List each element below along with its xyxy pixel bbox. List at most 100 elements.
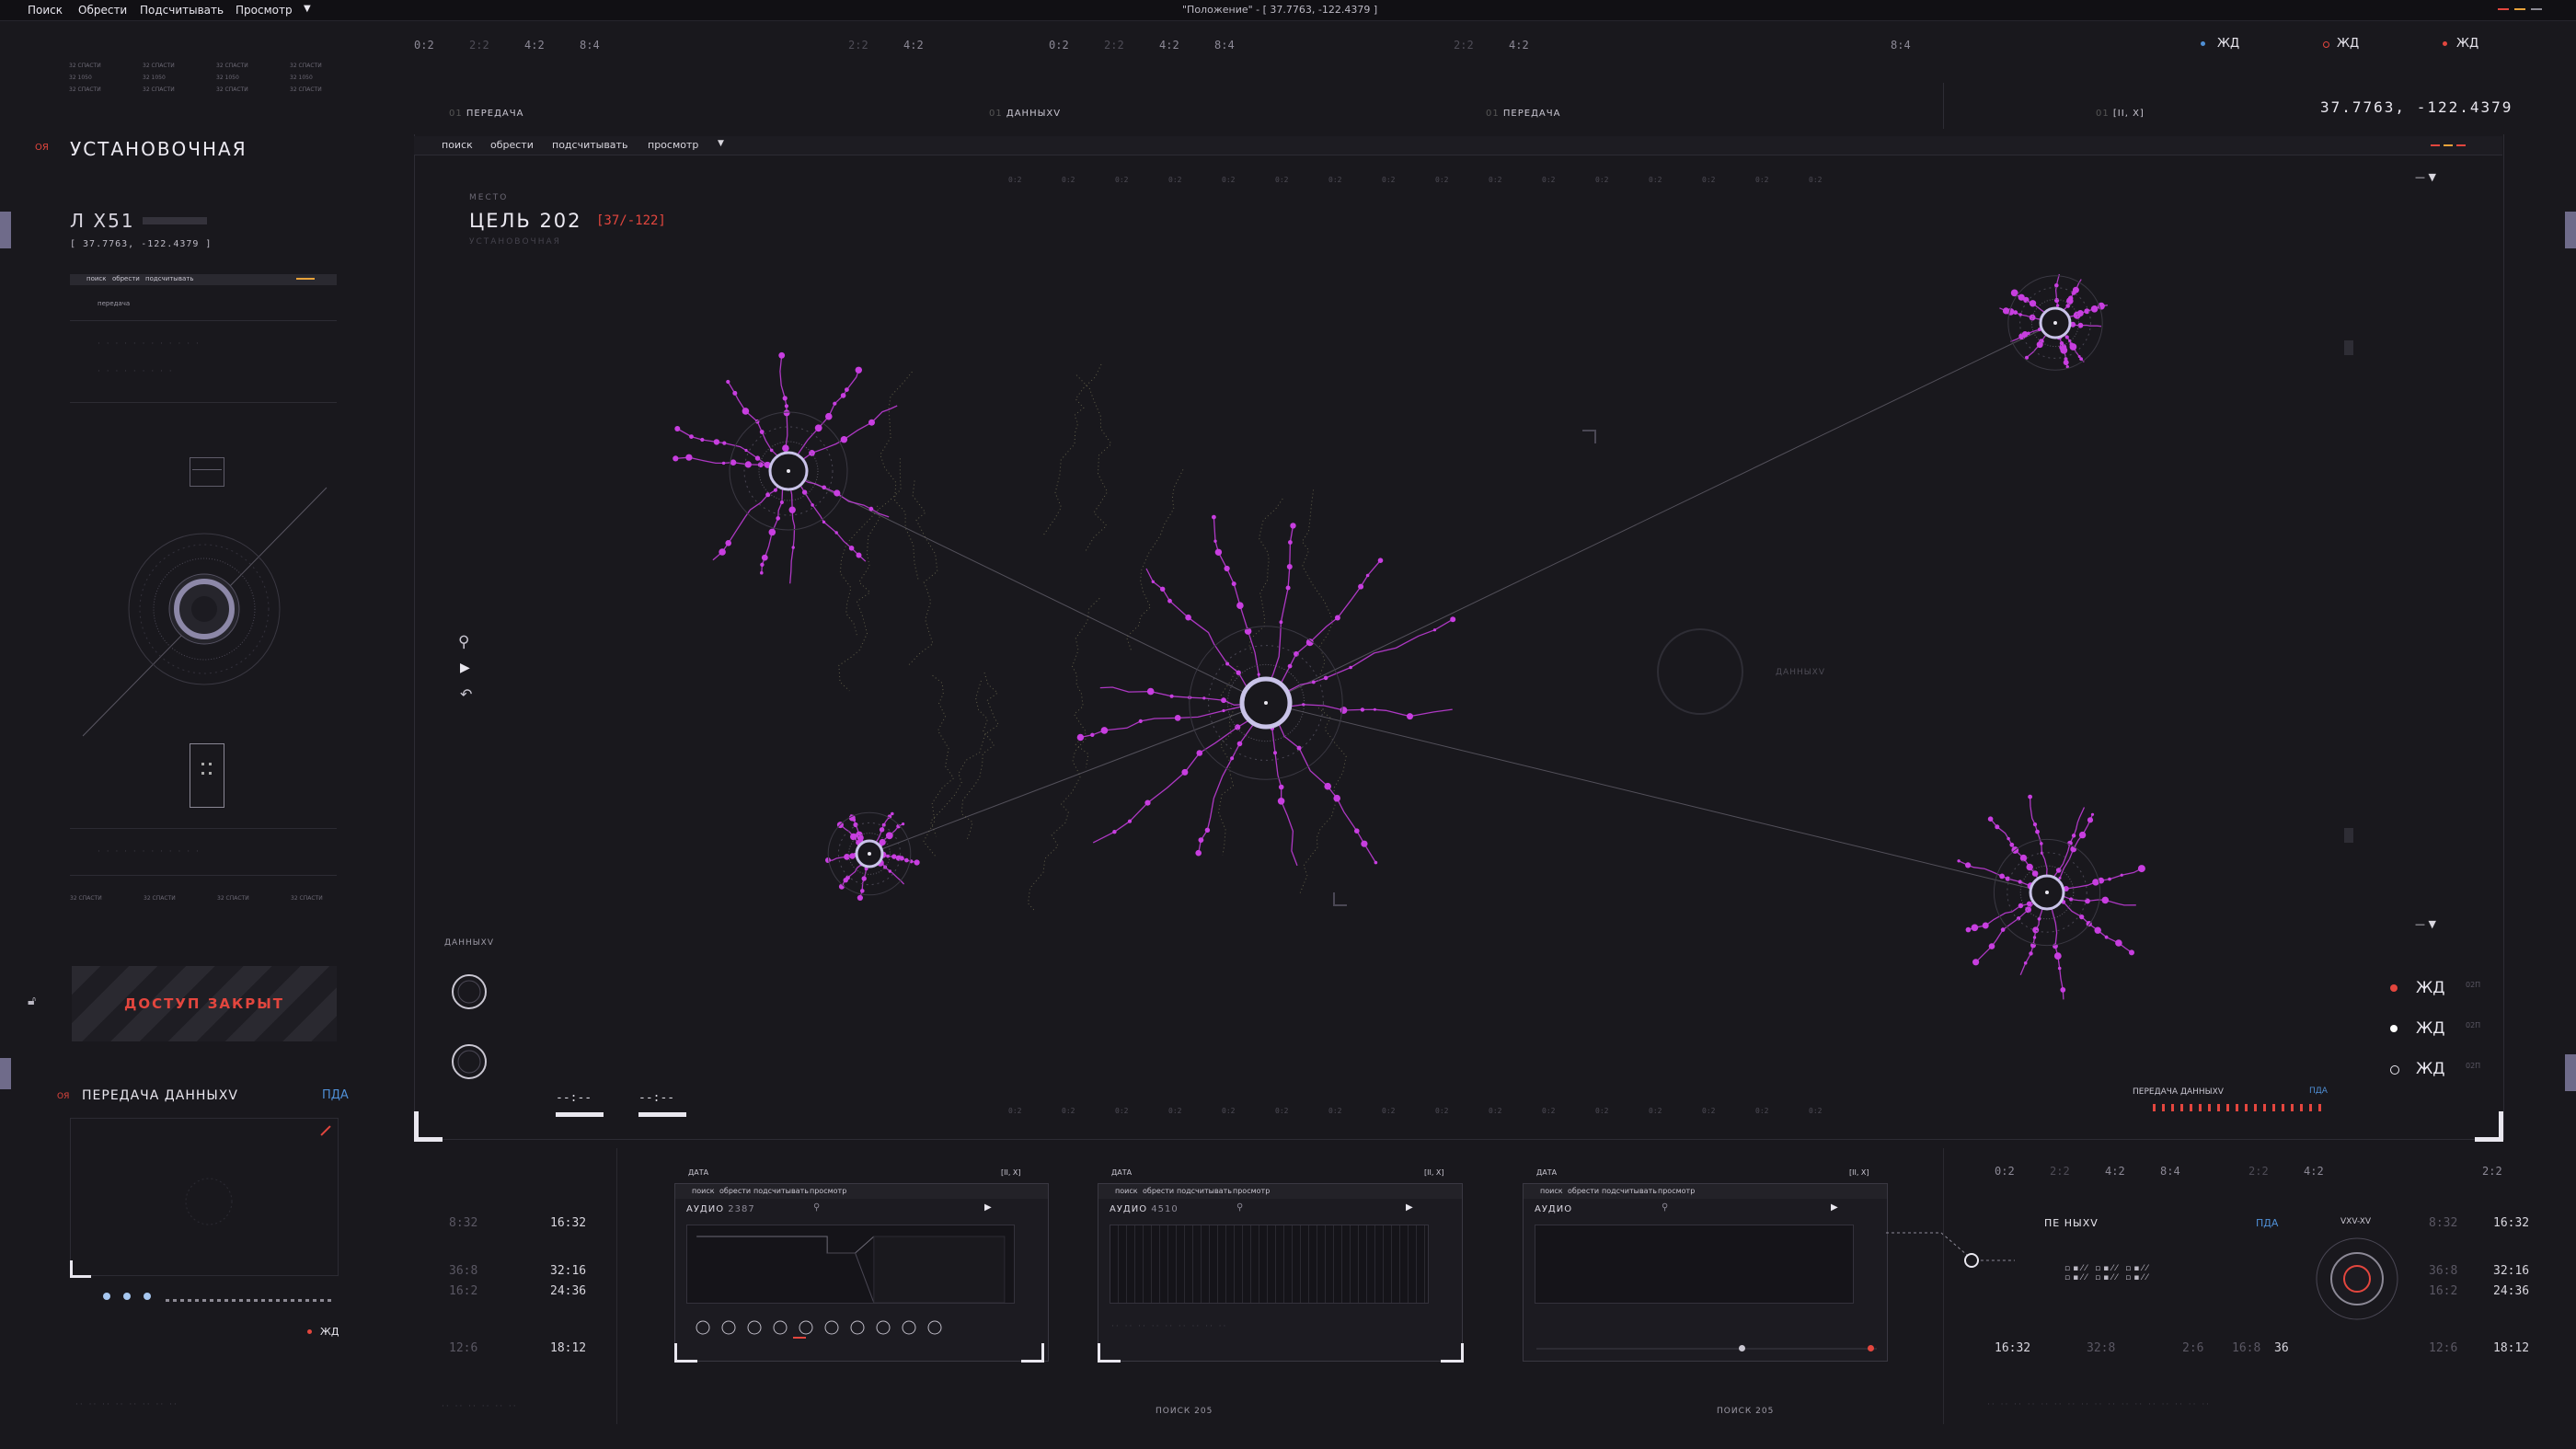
play-icon[interactable]: ▶ [1406,1202,1413,1213]
right-edge-tab[interactable] [2565,212,2576,248]
audio-menu-item[interactable]: обрести [719,1187,751,1195]
node-dot [1196,750,1203,756]
node-dot [1151,580,1155,583]
side-marker [2344,828,2353,843]
search-icon[interactable]: ⚲ [813,1202,820,1213]
transfer-panel [70,1118,339,1276]
corner-bracket [1441,1343,1464,1363]
bottom-left-times: 8:32 16:32 36:8 32:16 16:2 24:36 12:6 18… [449,1216,596,1355]
node-dot [1360,707,1365,712]
status-label: ЖД [2217,37,2240,51]
audio-menu-item[interactable]: обрести [1568,1187,1599,1195]
right-edge-tab[interactable] [2565,1054,2576,1091]
node-dot [726,379,730,385]
window-max-icon[interactable] [2514,8,2525,10]
node-dot [1230,756,1235,761]
ghost-label: ДАННЫХV [1776,668,1825,677]
node-dot [1224,565,1230,572]
map-menu-count[interactable]: подсчитывать [552,139,627,151]
node-dot [759,430,765,434]
audio-menu-item[interactable]: обрести [1143,1187,1174,1195]
node-dot [2057,966,2062,971]
menu-dropdown-icon[interactable]: ▼ [304,4,311,14]
device-icon[interactable] [190,743,224,808]
audio-menu-item[interactable]: подсчитывать [753,1187,809,1195]
node-dot [833,401,837,406]
audio-menu-item[interactable]: подсчитывать [1602,1187,1657,1195]
node-dot [886,854,890,858]
left-edge-tab-2[interactable] [0,1058,11,1089]
node-dot [2129,949,2134,956]
node-dot [1296,745,1302,751]
map-menu-view[interactable]: просмотр [648,139,698,151]
node-dot [764,462,770,468]
mini-menu-item[interactable]: обрести [112,275,140,282]
left-edge-tab[interactable] [0,212,11,248]
unit-bar [143,217,207,224]
audio-menu-item[interactable]: просмотр [1233,1187,1270,1195]
mini-cell: 32 СПАСТИ [70,895,102,902]
node-dot [904,857,909,863]
tick-value: 2:2 [2050,1165,2070,1178]
audio-slider[interactable] [1536,1345,1877,1351]
search-icon[interactable]: ⚲ [1662,1202,1668,1213]
audio-menu-item[interactable]: просмотр [1658,1187,1695,1195]
right-dial[interactable] [2311,1233,2403,1325]
node-dot [2090,305,2099,313]
menu-search[interactable]: Поиск [28,4,63,17]
legend-code: 02П [2466,981,2481,989]
search-icon[interactable]: ⚲ [1236,1202,1243,1213]
audio-knobs[interactable] [686,1318,1018,1340]
mini-menu-item[interactable]: поиск [86,275,107,282]
transfer-dots [103,1293,158,1302]
trace-path [960,680,995,840]
map-menu-search[interactable]: поиск [442,139,473,151]
audio-title: АУДИО [1110,1204,1148,1214]
mini-menu-item[interactable]: подсчитывать [145,275,193,282]
window-min-icon[interactable] [2498,8,2509,10]
axis-tick: 0:2 [1542,1107,1556,1115]
menu-count[interactable]: Подсчитывать [140,4,224,17]
node-dot [2035,829,2040,834]
play-icon[interactable]: ▶ [984,1202,992,1213]
left-mini-tab[interactable]: передача [98,300,130,307]
right-icon-grid[interactable]: ▫▪⁄⁄ ▫▪⁄⁄ ▫▪⁄⁄ ▫▪⁄⁄ ▫▪⁄⁄ ▫▪⁄⁄ [2064,1264,2239,1290]
audio-screen [1535,1225,1854,1304]
audio-menu-item[interactable]: подсчитывать [1177,1187,1232,1195]
audio-menu-item[interactable]: просмотр [810,1187,846,1195]
menu-acquire[interactable]: Обрести [78,4,127,17]
axis-tick: 0:2 [1328,176,1342,184]
node-dot [1231,581,1236,587]
node-dot [891,811,894,816]
trace-path [1125,469,1184,652]
node-dot [1225,661,1230,666]
node-dot [2032,822,2038,827]
audio-spectrum [1110,1225,1429,1304]
audio-menu-item[interactable]: поиск [1540,1187,1563,1195]
window-close-icon[interactable] [2531,8,2542,10]
node-dot [879,827,885,833]
audio-menu-item[interactable]: поиск [1115,1187,1138,1195]
node-dot [1288,540,1293,545]
node-dot [1982,922,1989,929]
map-menu-acquire[interactable]: обрести [490,139,534,151]
axis-tick: 0:2 [1115,176,1129,184]
access-panel[interactable]: ДОСТУП ЗАКРЫТ [72,966,337,1041]
menu-view[interactable]: Просмотр [236,4,293,17]
node-dot [1278,784,1284,790]
audio-menu-item[interactable]: поиск [692,1187,715,1195]
node-dot [2069,343,2077,351]
top-tick: 0:2 [1049,39,1069,52]
node-dot [1169,694,1174,698]
node-dot [885,832,893,840]
time-value: 2:6 [2182,1341,2204,1355]
axis-tick: 0:2 [1489,1107,1502,1115]
lock-icon[interactable]: 🔓︎ [28,994,40,1008]
play-icon[interactable]: ▶ [1831,1202,1838,1213]
node-dot [2079,914,2085,920]
ray-path [1265,559,1381,704]
chevron-down-icon[interactable]: ▼ [718,139,724,148]
time-value: 16:32 [1995,1341,2031,1355]
node-dot [825,412,833,420]
node-dot [2000,927,2006,932]
